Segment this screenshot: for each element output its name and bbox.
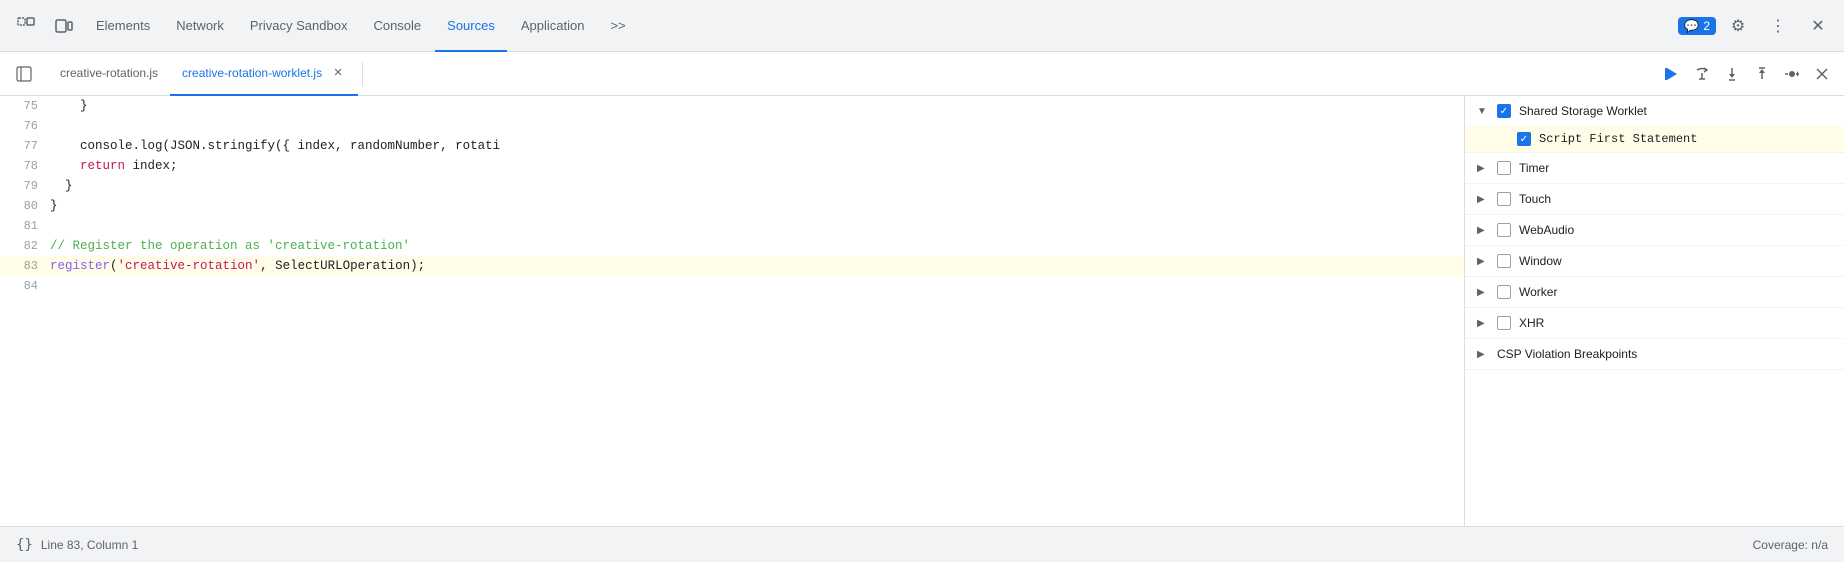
- step-out-button[interactable]: [1748, 60, 1776, 88]
- section-window: ▶ Window: [1465, 246, 1844, 277]
- code-line-77: 77 console.log(JSON.stringify({ index, r…: [0, 136, 1464, 156]
- chevron-right-icon-window: ▶: [1477, 256, 1489, 267]
- device-toolbar-icon[interactable]: [46, 8, 82, 44]
- section-checkbox-shared-storage[interactable]: ✓: [1497, 104, 1511, 118]
- deactivate-breakpoints-button[interactable]: [1808, 60, 1836, 88]
- status-line-col: Line 83, Column 1: [41, 538, 138, 552]
- section-header-shared-storage[interactable]: ▼ ✓ Shared Storage Worklet: [1465, 96, 1844, 126]
- section-label-shared-storage: Shared Storage Worklet: [1519, 104, 1647, 118]
- section-header-webaudio[interactable]: ▶ WebAudio: [1465, 215, 1844, 245]
- section-label-timer: Timer: [1519, 161, 1549, 175]
- section-worker: ▶ Worker: [1465, 277, 1844, 308]
- message-badge[interactable]: 💬 2: [1678, 17, 1716, 35]
- step-into-button[interactable]: [1718, 60, 1746, 88]
- breakpoints-panel: ▼ ✓ Shared Storage Worklet ✓ Script Firs…: [1464, 96, 1844, 526]
- section-label-worker: Worker: [1519, 285, 1557, 299]
- section-checkbox-timer[interactable]: [1497, 161, 1511, 175]
- chevron-right-icon-touch: ▶: [1477, 194, 1489, 205]
- item-label-script-first: Script First Statement: [1539, 132, 1697, 146]
- section-shared-storage-worklet: ▼ ✓ Shared Storage Worklet ✓ Script Firs…: [1465, 96, 1844, 153]
- section-header-worker[interactable]: ▶ Worker: [1465, 277, 1844, 307]
- section-webaudio: ▶ WebAudio: [1465, 215, 1844, 246]
- code-line-75: 75 }: [0, 96, 1464, 116]
- code-line-81: 81: [0, 216, 1464, 236]
- code-line-80: 80 }: [0, 196, 1464, 216]
- more-options-icon[interactable]: ⋮: [1760, 8, 1796, 44]
- section-label-webaudio: WebAudio: [1519, 223, 1574, 237]
- chevron-right-icon-csp: ▶: [1477, 349, 1489, 360]
- section-xhr: ▶ XHR: [1465, 308, 1844, 339]
- section-header-window[interactable]: ▶ Window: [1465, 246, 1844, 276]
- section-csp: ▶ CSP Violation Breakpoints: [1465, 339, 1844, 370]
- code-line-79: 79 }: [0, 176, 1464, 196]
- tab-privacy-sandbox[interactable]: Privacy Sandbox: [238, 0, 360, 52]
- status-left: {} Line 83, Column 1: [16, 537, 138, 553]
- tab-overflow[interactable]: >>: [598, 0, 637, 52]
- chevron-right-icon-webaudio: ▶: [1477, 225, 1489, 236]
- breakpoint-item-script-first[interactable]: ✓ Script First Statement: [1465, 126, 1844, 152]
- tab-console[interactable]: Console: [361, 0, 433, 52]
- step-button[interactable]: [1778, 60, 1806, 88]
- section-header-touch[interactable]: ▶ Touch: [1465, 184, 1844, 214]
- code-line-84: 84: [0, 276, 1464, 296]
- section-header-csp[interactable]: ▶ CSP Violation Breakpoints: [1465, 339, 1844, 369]
- section-checkbox-worker[interactable]: [1497, 285, 1511, 299]
- chevron-right-icon: ▶: [1477, 163, 1489, 174]
- section-header-xhr[interactable]: ▶ XHR: [1465, 308, 1844, 338]
- tab-elements[interactable]: Elements: [84, 0, 162, 52]
- tab-application[interactable]: Application: [509, 0, 597, 52]
- section-label-csp: CSP Violation Breakpoints: [1497, 347, 1637, 361]
- status-bar: {} Line 83, Column 1 Coverage: n/a: [0, 526, 1844, 562]
- section-checkbox-touch[interactable]: [1497, 192, 1511, 206]
- chevron-right-icon-worker: ▶: [1477, 287, 1489, 298]
- main-area: 75 } 76 77 console.log(JSON.stringify({ …: [0, 96, 1844, 526]
- inspect-icon[interactable]: [8, 8, 44, 44]
- tab-network[interactable]: Network: [164, 0, 236, 52]
- section-touch: ▶ Touch: [1465, 184, 1844, 215]
- status-coverage: Coverage: n/a: [1753, 538, 1828, 552]
- code-lines: 75 } 76 77 console.log(JSON.stringify({ …: [0, 96, 1464, 296]
- settings-icon[interactable]: ⚙: [1720, 8, 1756, 44]
- tab-sources[interactable]: Sources: [435, 0, 507, 52]
- sidebar-toggle-button[interactable]: [8, 58, 40, 90]
- section-checkbox-webaudio[interactable]: [1497, 223, 1511, 237]
- debug-toolbar: [1658, 60, 1836, 88]
- curly-braces-icon[interactable]: {}: [16, 537, 33, 553]
- file-tabs-bar: creative-rotation.js creative-rotation-w…: [0, 52, 1844, 96]
- resume-button[interactable]: [1658, 60, 1686, 88]
- file-tab-creative-rotation[interactable]: creative-rotation.js: [48, 52, 170, 96]
- section-label-xhr: XHR: [1519, 316, 1544, 330]
- section-header-timer[interactable]: ▶ Timer: [1465, 153, 1844, 183]
- close-tab-icon[interactable]: ✕: [330, 65, 346, 81]
- chevron-right-icon-xhr: ▶: [1477, 318, 1489, 329]
- section-checkbox-window[interactable]: [1497, 254, 1511, 268]
- section-checkbox-xhr[interactable]: [1497, 316, 1511, 330]
- file-tab-worklet[interactable]: creative-rotation-worklet.js ✕: [170, 52, 358, 96]
- step-over-button[interactable]: [1688, 60, 1716, 88]
- code-line-78: 78 return index;: [0, 156, 1464, 176]
- code-line-83: 83 register('creative-rotation', SelectU…: [0, 256, 1464, 276]
- close-devtools-icon[interactable]: ✕: [1800, 8, 1836, 44]
- devtools-tab-bar: Elements Network Privacy Sandbox Console…: [0, 0, 1844, 52]
- chevron-down-icon: ▼: [1477, 106, 1489, 117]
- code-line-82: 82 // Register the operation as 'creativ…: [0, 236, 1464, 256]
- code-line-76: 76: [0, 116, 1464, 136]
- toolbar-separator: [362, 62, 363, 86]
- section-label-window: Window: [1519, 254, 1562, 268]
- item-checkbox-script-first[interactable]: ✓: [1517, 132, 1531, 146]
- section-label-touch: Touch: [1519, 192, 1551, 206]
- code-editor[interactable]: 75 } 76 77 console.log(JSON.stringify({ …: [0, 96, 1464, 526]
- section-timer: ▶ Timer: [1465, 153, 1844, 184]
- tabs-right-area: 💬 2 ⚙ ⋮ ✕: [1678, 8, 1836, 44]
